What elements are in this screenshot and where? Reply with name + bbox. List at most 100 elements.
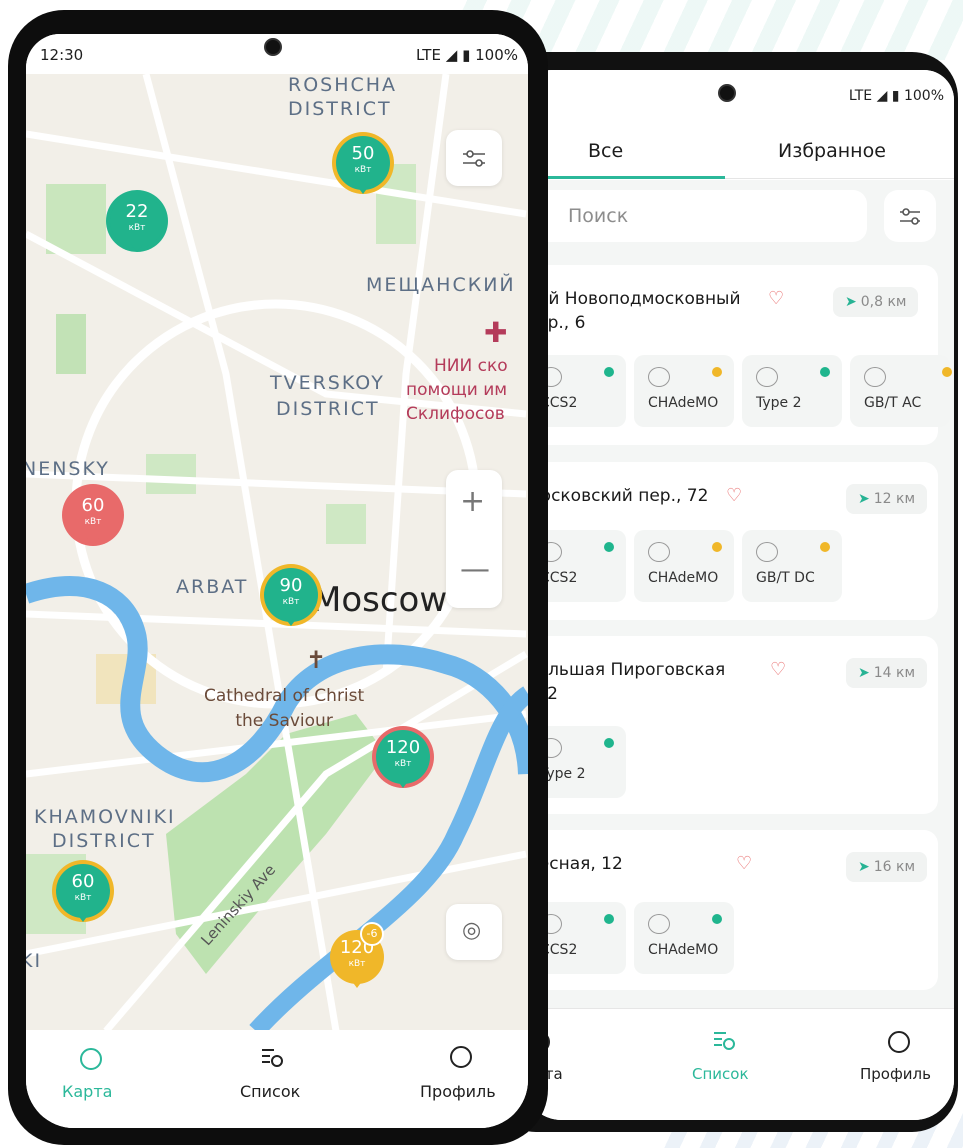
list-screen: 0 LTE ◢ ▮ 100% Все Избранное Поиск bbox=[522, 70, 954, 1120]
list-tabs: Все Избранное bbox=[522, 122, 954, 180]
map-label: DISTRICT bbox=[276, 398, 380, 420]
zoom-in-button[interactable]: + bbox=[460, 484, 485, 519]
map-view[interactable]: ROSHCHA DISTRICT МЕЩАНСКИЙ TVERSKOY DIST… bbox=[26, 74, 528, 1031]
status-dot bbox=[604, 367, 614, 377]
station-address: Большая Пироговская 5к2 bbox=[526, 660, 726, 704]
connector-chip: CHAdeMO bbox=[634, 902, 734, 974]
map-label: DISTRICT bbox=[288, 98, 392, 120]
chademo-plug-icon bbox=[648, 542, 670, 562]
filter-icon bbox=[463, 150, 485, 167]
map-label: KHAMOVNIKI bbox=[34, 806, 176, 828]
charger-pin[interactable]: 60 кВт bbox=[66, 488, 120, 546]
connector-chip: GB/T DC bbox=[742, 530, 842, 602]
status-dot bbox=[942, 367, 952, 377]
filter-button[interactable] bbox=[446, 130, 502, 186]
camera-icon bbox=[264, 38, 282, 56]
distance-badge: ➤ 16 км bbox=[846, 852, 928, 882]
list-search-icon bbox=[262, 1049, 283, 1067]
station-card[interactable]: Большая Пироговская 5к2 ♡ ➤14 км Type 2 bbox=[522, 636, 938, 814]
map-label: KI bbox=[26, 950, 43, 972]
status-dot bbox=[604, 738, 614, 748]
favorite-heart-icon[interactable]: ♡ bbox=[770, 661, 788, 679]
tab-favorites[interactable]: Избранное bbox=[778, 140, 886, 162]
station-card[interactable]: 5 -й Новоподмосковный пер., 6 ♡ ➤ 0,8 км … bbox=[522, 265, 952, 445]
map-label: МЕЩАНСКИЙ bbox=[366, 274, 516, 296]
city-label: Moscow bbox=[312, 580, 448, 620]
chademo-plug-icon bbox=[648, 367, 670, 387]
station-card[interactable]: Песная, 12 ♡ ➤ 16 км CCS2 CHAdeMO bbox=[522, 830, 938, 990]
map-label: NENSKY bbox=[26, 458, 110, 480]
status-bar: 0 LTE ◢ ▮ 100% bbox=[522, 70, 954, 122]
landmark-label: Cathedral of Christ the Saviour bbox=[204, 686, 365, 731]
signal-icon: ◢ bbox=[445, 46, 458, 64]
camera-icon bbox=[718, 84, 736, 102]
status-dot bbox=[604, 914, 614, 924]
map-screen: 12:30 LTE ◢ ▮ 100% ROSHCHA DISTRICT МЕЩА… bbox=[26, 34, 528, 1128]
status-time: 12:30 bbox=[40, 46, 84, 64]
gbt-plug-icon bbox=[864, 367, 886, 387]
battery-icon: ▮ bbox=[891, 88, 900, 104]
status-right: LTE ◢ ▮ 100% bbox=[416, 46, 518, 64]
charger-pin[interactable]: 22 кВт bbox=[110, 194, 164, 252]
station-address: Московский пер., 72 bbox=[526, 486, 709, 506]
status-bar: 12:30 LTE ◢ ▮ 100% bbox=[26, 34, 528, 74]
distance-badge: ➤ 12 км bbox=[846, 484, 928, 514]
charger-pin[interactable]: 50 кВт bbox=[336, 136, 390, 194]
status-dot bbox=[712, 367, 722, 377]
charger-pin[interactable]: 90 кВт bbox=[264, 568, 318, 626]
favorite-heart-icon[interactable]: ♡ bbox=[726, 487, 744, 505]
tab-all[interactable]: Все bbox=[588, 140, 623, 162]
connector-chip: CHAdeMO bbox=[634, 530, 734, 602]
filter-button[interactable] bbox=[884, 190, 936, 242]
connector-chip: CHAdeMO bbox=[634, 355, 734, 427]
list-search-icon bbox=[714, 1032, 735, 1050]
distance-badge: ➤ 0,8 км bbox=[833, 287, 919, 317]
filter-icon bbox=[900, 208, 920, 225]
status-right: LTE ◢ ▮ 100% bbox=[849, 88, 944, 104]
search-input[interactable]: Поиск bbox=[522, 190, 867, 242]
status-dot bbox=[604, 542, 614, 552]
map-label: DISTRICT bbox=[52, 830, 156, 852]
poi-label: НИИ ско помощи им Склифосов bbox=[406, 356, 508, 424]
crosshair-icon: ◎ bbox=[462, 918, 482, 943]
locate-button[interactable]: ◎ bbox=[446, 904, 502, 960]
battery-icon: ▮ bbox=[462, 46, 471, 64]
church-icon: ✝ bbox=[306, 646, 327, 674]
status-dot bbox=[820, 542, 830, 552]
navigation-arrow-icon: ➤ bbox=[845, 294, 857, 310]
gbt-plug-icon bbox=[756, 542, 778, 562]
charger-pin[interactable]: 120 кВт bbox=[376, 730, 430, 788]
map-pin-icon bbox=[80, 1048, 102, 1070]
map-label: TVERSKOY bbox=[270, 372, 385, 394]
navigation-arrow-icon: ➤ bbox=[858, 491, 870, 507]
profile-icon bbox=[888, 1031, 910, 1053]
navigation-arrow-icon: ➤ bbox=[858, 665, 870, 681]
battery-label: 100% bbox=[903, 88, 944, 104]
signal-icon: ◢ bbox=[876, 88, 888, 104]
hospital-icon: ✚ bbox=[484, 316, 508, 349]
map-label: ROSHCHA bbox=[288, 74, 398, 96]
station-address: 5 -й Новоподмосковный пер., 6 bbox=[526, 289, 741, 333]
zoom-out-button[interactable]: — bbox=[460, 552, 490, 587]
status-dot bbox=[712, 914, 722, 924]
tab-active-indicator bbox=[522, 176, 725, 179]
zoom-control: + — bbox=[446, 470, 502, 608]
chademo-plug-icon bbox=[648, 914, 670, 934]
bottom-nav: Карта Список Профиль bbox=[26, 1030, 528, 1128]
connector-chip: Type 2 bbox=[742, 355, 842, 427]
distance-badge: ➤ 14 км bbox=[846, 658, 928, 688]
network-label: LTE bbox=[416, 46, 441, 64]
type2-plug-icon bbox=[756, 367, 778, 387]
station-card[interactable]: Московский пер., 72 ♡ ➤ 12 км CCS2 CHAdeM… bbox=[522, 462, 938, 620]
profile-icon bbox=[450, 1046, 472, 1068]
status-dot bbox=[820, 367, 830, 377]
map-label: ARBAT bbox=[176, 576, 249, 598]
navigation-arrow-icon: ➤ bbox=[858, 859, 870, 875]
pin-badge: -6 bbox=[360, 922, 384, 946]
favorite-heart-icon[interactable]: ♡ bbox=[768, 290, 786, 308]
charger-pin[interactable]: 120 кВт -6 bbox=[330, 922, 384, 988]
battery-label: 100% bbox=[475, 46, 518, 64]
charger-pin[interactable]: 60 кВт bbox=[56, 864, 110, 922]
status-dot bbox=[712, 542, 722, 552]
favorite-heart-icon[interactable]: ♡ bbox=[736, 855, 754, 873]
